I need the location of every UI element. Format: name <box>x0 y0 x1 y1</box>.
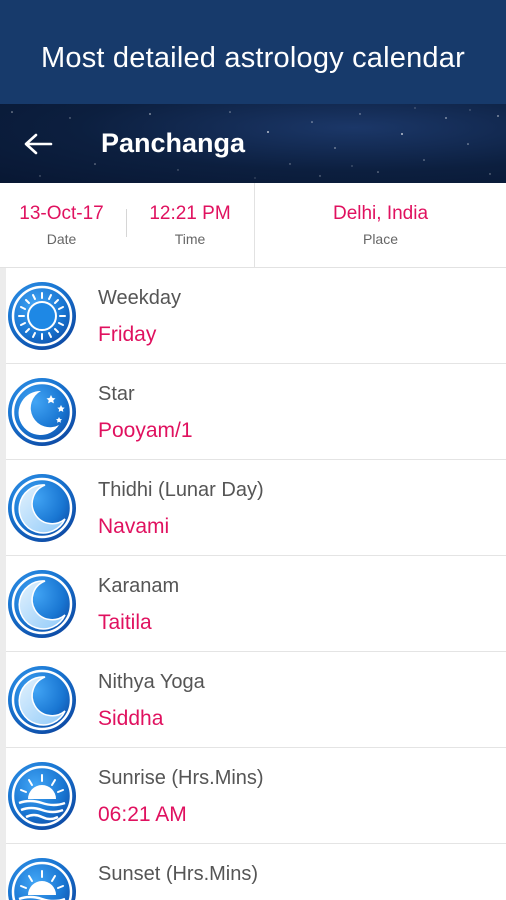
list-item-sunset[interactable]: Sunset (Hrs.Mins) <box>6 844 506 900</box>
row-label: Sunrise (Hrs.Mins) <box>98 767 264 789</box>
panchanga-list: Weekday Friday Star Pooyam/1 Thidhi (Lun… <box>0 268 506 900</box>
date-value: 13-Oct-17 <box>19 203 104 224</box>
row-label: Nithya Yoga <box>98 671 205 693</box>
back-button[interactable] <box>18 124 58 164</box>
place-value: Delhi, India <box>332 203 429 224</box>
app-bar: Panchanga <box>0 104 506 183</box>
list-item-sunrise[interactable]: Sunrise (Hrs.Mins) 06:21 AM <box>6 748 506 844</box>
arrow-left-icon <box>24 133 53 155</box>
list-item-weekday[interactable]: Weekday Friday <box>6 268 506 364</box>
list-item-star[interactable]: Star Pooyam/1 <box>6 364 506 460</box>
row-label: Sunset (Hrs.Mins) <box>98 863 259 885</box>
starfield-background <box>11 107 499 179</box>
row-label: Star <box>98 383 135 405</box>
crescent-moon-icon <box>8 666 76 734</box>
crescent-moon-icon <box>8 570 76 638</box>
row-value: Pooyam/1 <box>98 419 193 442</box>
sun-icon <box>8 282 76 350</box>
date-time-place-bar: 13-Oct-17 Date 12:21 PM Time Delhi, Indi… <box>0 183 506 268</box>
page-title: Panchanga <box>101 128 246 158</box>
time-value: 12:21 PM <box>149 203 231 224</box>
list-item-karanam[interactable]: Karanam Taitila <box>6 556 506 652</box>
banner-text: Most detailed astrology calendar <box>41 41 465 74</box>
sunrise-icon <box>8 762 76 830</box>
date-label: Date <box>46 231 77 247</box>
place-selector[interactable]: Delhi, India Place <box>255 183 506 268</box>
row-value: 06:21 AM <box>98 803 187 826</box>
promo-banner: Most detailed astrology calendar <box>0 0 506 104</box>
row-label: Weekday <box>98 287 182 309</box>
row-value: Siddha <box>98 707 164 730</box>
place-label: Place <box>362 231 399 247</box>
list-item-thidhi[interactable]: Thidhi (Lunar Day) Navami <box>6 460 506 556</box>
row-value: Friday <box>98 323 157 346</box>
time-selector[interactable]: 12:21 PM Time <box>127 183 253 268</box>
date-selector[interactable]: 13-Oct-17 Date <box>0 183 123 268</box>
row-value: Taitila <box>98 611 152 634</box>
row-label: Karanam <box>98 575 180 597</box>
row-label: Thidhi (Lunar Day) <box>98 479 264 501</box>
crescent-moon-icon <box>8 474 76 542</box>
moon-stars-icon <box>8 378 76 446</box>
row-value: Navami <box>98 515 170 538</box>
list-item-nithya-yoga[interactable]: Nithya Yoga Siddha <box>6 652 506 748</box>
sunset-icon <box>8 858 76 900</box>
time-label: Time <box>174 231 206 247</box>
